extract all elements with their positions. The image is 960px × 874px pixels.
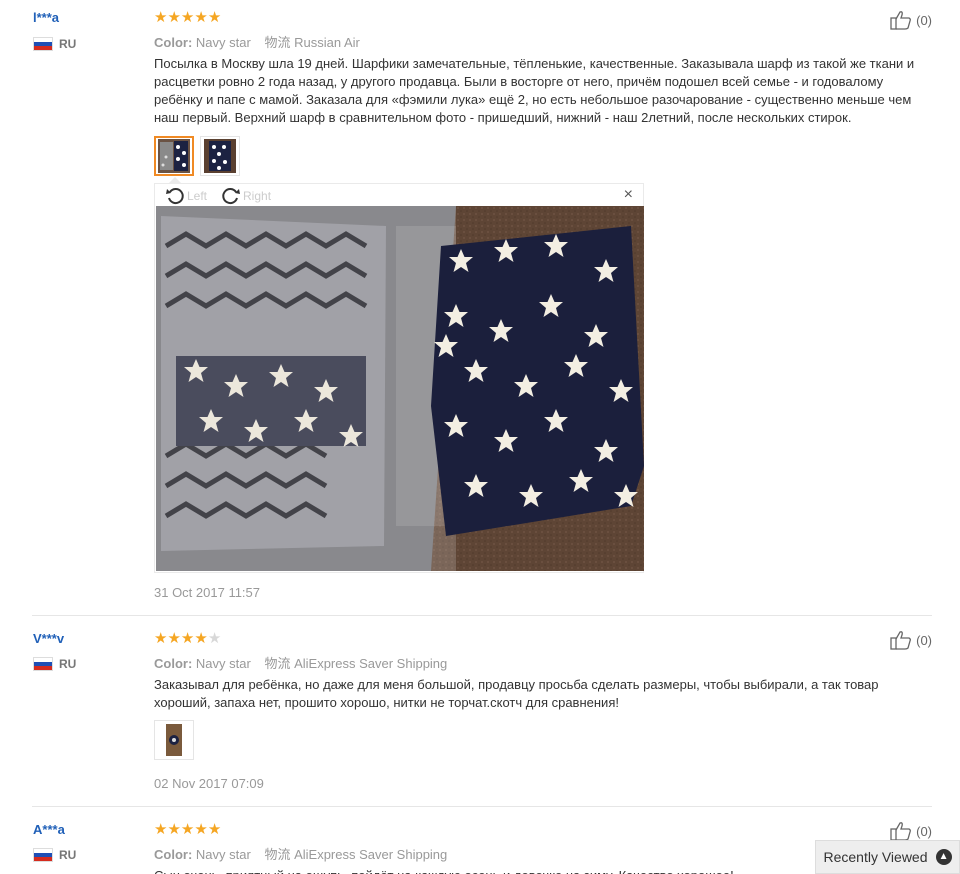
star-filled-icon: ★ (194, 630, 208, 647)
review-divider (32, 615, 932, 616)
helpful-button[interactable]: (0) (890, 821, 932, 841)
color-label: Color: (154, 847, 193, 862)
close-icon[interactable]: × (624, 187, 633, 203)
color-value: Navy star (195, 847, 251, 862)
review-photos (154, 136, 240, 176)
color-label: Color: (154, 656, 193, 671)
rotate-right-button[interactable]: Right (221, 186, 271, 206)
thumbs-up-icon (890, 631, 912, 650)
rotate-right-label: Right (243, 189, 272, 203)
star-filled-icon: ★ (154, 630, 168, 647)
star-filled-icon: ★ (180, 9, 195, 26)
star-filled-icon: ★ (167, 9, 181, 26)
russia-flag-icon (33, 37, 53, 51)
helpful-button[interactable]: (0) (890, 10, 932, 30)
logistics-value: AliExpress Saver Shipping (294, 656, 448, 671)
recently-viewed-label: Recently Viewed (823, 849, 928, 865)
review-user-name[interactable]: A***a (33, 822, 65, 837)
review-photo-thumb[interactable] (200, 136, 240, 176)
logistics-label: 物流 (264, 35, 291, 50)
rating-stars: ★ ★ ★ ★ ★ (154, 10, 221, 25)
review-text: Заказывал для ребёнка, но даже для меня … (154, 677, 879, 710)
russia-flag-icon (33, 848, 53, 862)
review-photo-large (156, 206, 644, 571)
review-attributes: Color: Navy star 物流 Russian Air (154, 32, 360, 51)
star-filled-icon: ★ (180, 630, 195, 647)
review-date: 02 Nov 2017 07:09 (154, 776, 264, 791)
star-filled-icon: ★ (194, 9, 208, 26)
review-photo-thumb[interactable] (154, 720, 194, 760)
review-photo-thumb[interactable] (154, 136, 194, 176)
star-filled-icon: ★ (167, 821, 181, 838)
star-filled-icon: ★ (154, 9, 168, 26)
color-label: Color: (154, 35, 193, 50)
review-country: RU (33, 657, 76, 671)
review-date: 31 Oct 2017 11:57 (154, 585, 261, 600)
rotate-left-button[interactable]: Left (165, 186, 207, 206)
review-attributes: Color: Navy star 物流 AliExpress Saver Shi… (154, 653, 447, 672)
chevron-up-icon: ▲ (935, 849, 952, 865)
helpful-count: (0) (916, 823, 932, 839)
rotate-left-label: Left (187, 189, 208, 203)
photo-viewer: Left Right × (154, 183, 644, 573)
logistics-label: 物流 (264, 656, 291, 671)
review-attributes: Color: Navy star 物流 AliExpress Saver Shi… (154, 844, 447, 863)
star-filled-icon: ★ (180, 821, 195, 838)
logistics-label: 物流 (264, 847, 291, 862)
logistics-value: AliExpress Saver Shipping (294, 847, 448, 862)
review-user-name[interactable]: V***v (33, 631, 64, 646)
thumbs-up-icon (890, 11, 912, 30)
thumbs-up-icon (890, 822, 912, 841)
star-empty-icon: ★ (207, 630, 222, 647)
color-value: Navy star (195, 656, 251, 671)
review-text: Сын очень, приятный на ощупь, пойдёт на … (154, 867, 929, 874)
helpful-button[interactable]: (0) (890, 630, 932, 650)
star-filled-icon: ★ (207, 9, 222, 26)
review-divider (32, 806, 932, 807)
review-photos (154, 720, 194, 760)
helpful-count: (0) (916, 632, 932, 648)
rotate-right-icon (222, 188, 241, 205)
star-filled-icon: ★ (154, 821, 168, 838)
review-user-name[interactable]: l***a (33, 10, 59, 25)
country-code: RU (59, 848, 77, 862)
helpful-count: (0) (916, 12, 932, 28)
review-country: RU (33, 37, 76, 51)
rating-stars: ★ ★ ★ ★ ★ (154, 822, 221, 837)
recently-viewed-button[interactable]: Recently Viewed ▲ (815, 840, 960, 874)
star-filled-icon: ★ (207, 821, 222, 838)
rotate-left-icon (166, 188, 184, 205)
star-filled-icon: ★ (167, 630, 181, 647)
rating-stars: ★ ★ ★ ★ ★ (154, 631, 221, 646)
country-code: RU (59, 657, 77, 671)
photo-viewer-toolbar: Left Right (165, 186, 271, 206)
review-country: RU (33, 848, 76, 862)
star-filled-icon: ★ (194, 821, 208, 838)
logistics-value: Russian Air (294, 35, 360, 50)
country-code: RU (59, 37, 77, 51)
color-value: Navy star (195, 35, 251, 50)
review-text: Посылка в Москву шла 19 дней. Шарфики за… (154, 56, 915, 125)
russia-flag-icon (33, 657, 53, 671)
